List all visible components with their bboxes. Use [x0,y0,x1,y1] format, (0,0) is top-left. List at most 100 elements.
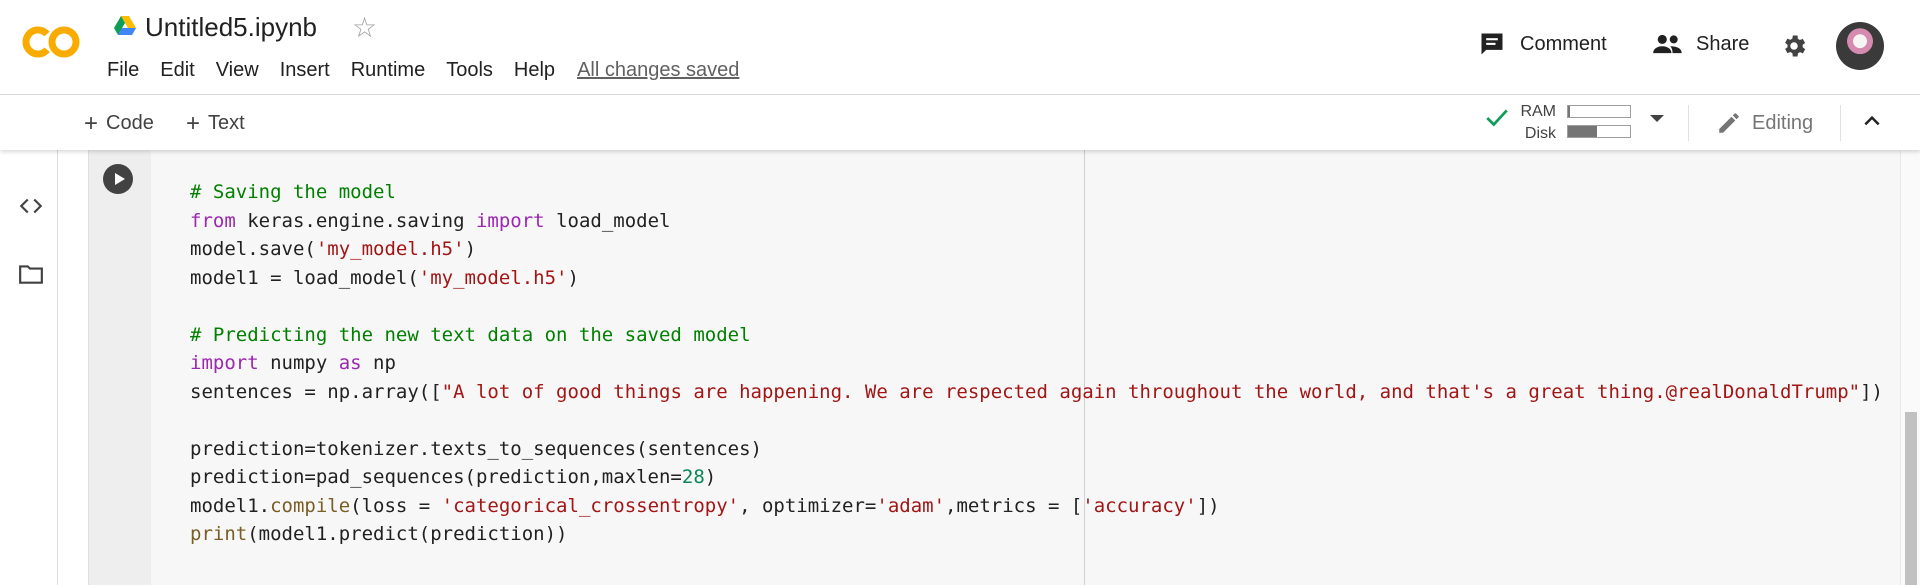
comment-label: Comment [1520,32,1607,55]
people-icon [1653,34,1682,54]
chevron-up-icon[interactable] [1862,111,1882,131]
code-token: 28 [681,466,705,488]
share-label: Share [1696,32,1750,55]
plus-icon: + [84,110,99,137]
code-token: import [475,209,545,232]
code-token: np [361,352,396,374]
code-token: print [190,523,248,545]
code-token: (model1.predict(prediction)) [247,523,568,545]
colab-logo[interactable] [20,22,84,62]
disk-usage-fill [1568,126,1597,137]
save-status[interactable]: All changes saved [577,59,739,82]
divider [1840,105,1841,141]
code-token: # Predicting the new text data on the sa… [190,323,751,346]
code-token: from [190,209,236,232]
code-token: # Saving the model [190,181,396,203]
code-token: compile [270,494,351,517]
disk-label: Disk [1524,125,1556,142]
code-token: 'my_model.h5' [418,266,568,289]
code-token: 'my_model.h5' [315,238,465,260]
code-editor[interactable]: # Saving the model from keras.engine.savi… [190,178,1883,549]
code-snippets-icon[interactable] [18,193,44,219]
code-token: prediction=tokenizer.texts_to_sequences(… [190,437,762,460]
menu-bar: File Edit View Insert Runtime Tools Help… [107,59,760,82]
editing-mode-button[interactable]: Editing [1716,110,1813,136]
code-line: model1.compile(loss = 'categorical_cross… [190,492,1883,521]
code-token: 'categorical_crossentropy' [441,494,740,517]
notebook-content: # Saving the model from keras.engine.savi… [58,150,1920,585]
menu-help[interactable]: Help [514,59,555,82]
code-token: import [190,352,259,374]
ram-usage-fill [1568,106,1571,117]
code-line: import numpy as np [190,349,1883,378]
code-token: ,metrics = [ [945,494,1083,517]
resource-labels[interactable]: RAM Disk [1516,101,1556,145]
comment-button[interactable]: Comment [1478,30,1607,58]
code-token: as [338,352,362,374]
folder-icon[interactable] [18,261,44,287]
ram-label: RAM [1520,103,1556,120]
code-token: ]) [1860,380,1883,403]
code-token: model1. [190,494,271,517]
code-line: prediction=pad_sequences(prediction,maxl… [190,463,1883,492]
pencil-icon [1719,113,1739,133]
code-line: model1 = load_model('my_model.h5') [190,264,1883,293]
code-line: sentences = np.array(["A lot of good thi… [190,378,1883,407]
code-token: sentences = np.array([ [190,380,442,403]
chevron-down-icon[interactable] [1650,115,1664,122]
plus-icon: + [186,110,201,137]
add-code-button[interactable]: + Code [84,110,154,138]
notebook-title[interactable]: Untitled5.ipynb [145,12,317,43]
disk-usage-bar [1567,125,1631,138]
code-line: from keras.engine.saving import load_mod… [190,207,1883,236]
code-cell[interactable]: # Saving the model from keras.engine.savi… [88,150,1902,585]
code-token: prediction=pad_sequences(prediction,maxl… [190,466,682,488]
scrollbar[interactable] [1900,150,1920,585]
divider [1688,105,1689,141]
avatar[interactable] [1836,22,1884,70]
code-token: model1 = load_model( [190,266,419,289]
app-header: Untitled5.ipynb ☆ File Edit View Insert … [0,0,1920,95]
code-token: 'adam' [876,494,946,517]
gear-icon[interactable] [1780,32,1808,60]
menu-insert[interactable]: Insert [280,59,330,82]
code-line: ​ [190,292,1883,321]
add-text-button[interactable]: + Text [186,110,245,138]
add-text-label: Text [208,112,245,134]
menu-runtime[interactable]: Runtime [351,59,425,82]
code-line: ​ [190,406,1883,435]
menu-view[interactable]: View [216,59,259,82]
code-token: (loss = [350,494,442,517]
code-token: 'accuracy' [1082,494,1197,517]
drive-icon [114,16,136,35]
notebook-toolbar: + Code + Text RAM Disk Editing [0,95,1920,150]
code-token: ) [704,466,717,488]
run-cell-button[interactable] [103,164,133,194]
code-token: ]) [1196,494,1220,517]
code-line: # Predicting the new text data on the sa… [190,321,1883,350]
code-token: , optimizer= [739,494,877,517]
code-token: ) [567,266,579,289]
menu-file[interactable]: File [107,59,139,82]
code-token: "A lot of good things are happening. We … [441,380,1861,403]
code-line: # Saving the model [190,178,1883,207]
code-line: model.save('my_model.h5') [190,235,1883,264]
add-code-label: Code [106,112,154,134]
ram-usage-bar [1567,105,1631,118]
scrollbar-thumb[interactable] [1905,412,1917,585]
code-token: model.save( [190,238,316,260]
editing-label: Editing [1752,111,1814,134]
code-token: load_model [544,209,671,232]
star-icon[interactable]: ☆ [352,11,377,44]
left-sidebar [0,95,58,585]
menu-tools[interactable]: Tools [446,59,493,82]
comment-icon [1481,33,1503,55]
share-button[interactable]: Share [1652,30,1749,58]
connected-check-icon [1486,109,1508,127]
code-line: print(model1.predict(prediction)) [190,520,1883,549]
cell-gutter [89,150,151,585]
code-token: keras.engine.saving [235,209,476,232]
menu-edit[interactable]: Edit [160,59,194,82]
code-token: ) [464,238,477,260]
code-line: prediction=tokenizer.texts_to_sequences(… [190,435,1883,464]
